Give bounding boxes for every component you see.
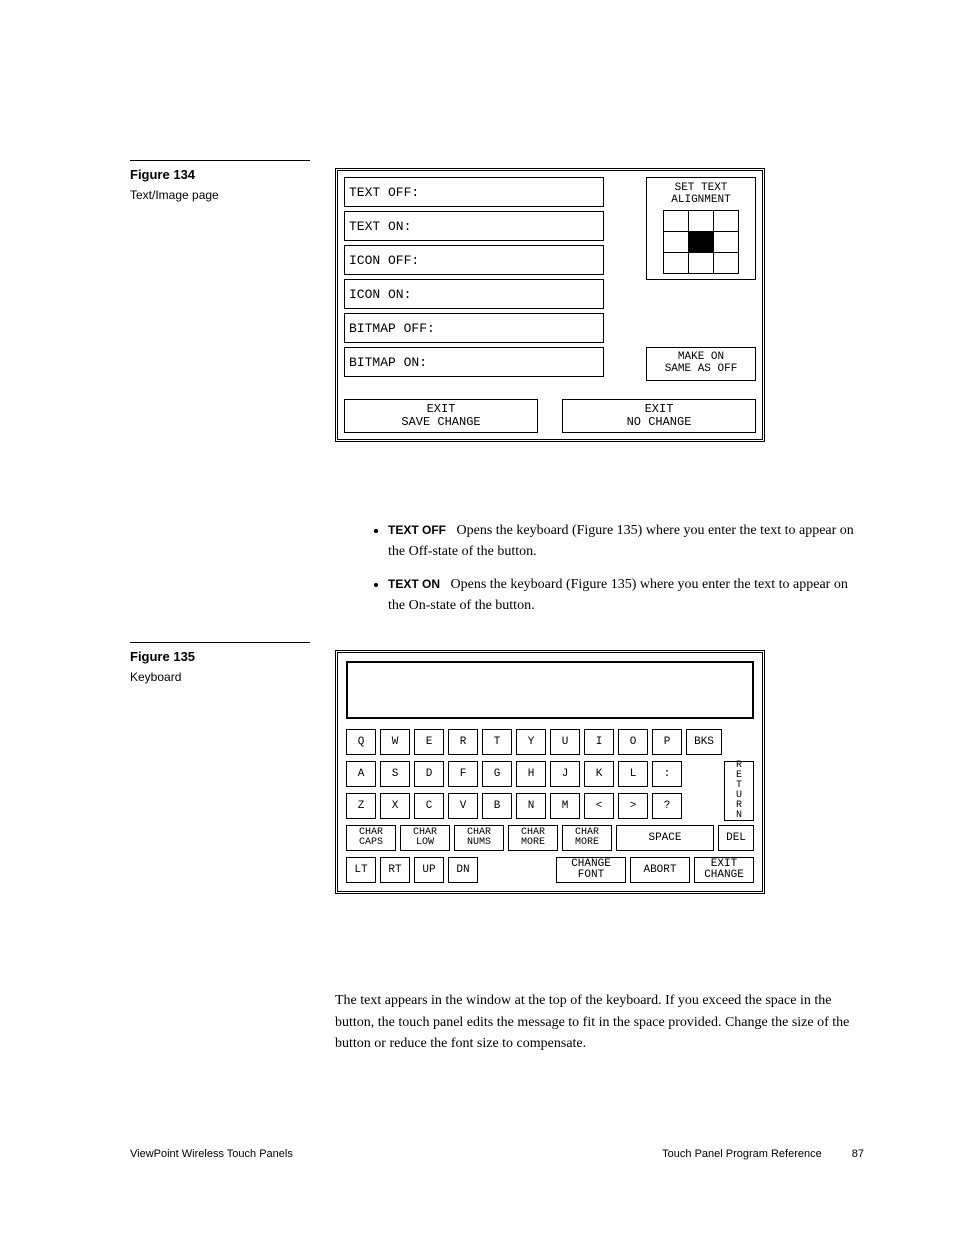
footer-section: Touch Panel Program Reference xyxy=(662,1148,822,1160)
key-up-arrow[interactable]: UP xyxy=(414,857,444,883)
key-i[interactable]: I xyxy=(584,729,614,755)
key-w[interactable]: W xyxy=(380,729,410,755)
key-p[interactable]: P xyxy=(652,729,682,755)
exit-no-change-button[interactable]: EXIT NO CHANGE xyxy=(562,399,756,433)
key-n[interactable]: N xyxy=(516,793,546,819)
key-g[interactable]: G xyxy=(482,761,512,787)
exit-save-change-button[interactable]: EXIT SAVE CHANGE xyxy=(344,399,538,433)
key-r[interactable]: R xyxy=(448,729,478,755)
body-paragraph: The text appears in the window at the to… xyxy=(335,990,865,1055)
make-on-same-as-off-button[interactable]: MAKE ON SAME AS OFF xyxy=(646,347,756,381)
key-j[interactable]: J xyxy=(550,761,580,787)
key-rt-arrow[interactable]: RT xyxy=(380,857,410,883)
key-m[interactable]: M xyxy=(550,793,580,819)
bullet-list: TEXT OFF Opens the keyboard (Figure 135)… xyxy=(360,520,865,628)
text-image-page-panel: TEXT OFF: TEXT ON: ICON OFF: ICON ON: BI… xyxy=(335,168,765,442)
key-f[interactable]: F xyxy=(448,761,478,787)
key-b[interactable]: B xyxy=(482,793,512,819)
bitmap-off-field[interactable]: BITMAP OFF: xyxy=(344,313,604,343)
text-on-field[interactable]: TEXT ON: xyxy=(344,211,604,241)
key-return[interactable]: RETURN xyxy=(724,761,754,821)
key-lt-arrow[interactable]: LT xyxy=(346,857,376,883)
key-space[interactable]: SPACE xyxy=(616,825,714,851)
set-text-alignment-box[interactable]: SET TEXT ALIGNMENT xyxy=(646,177,756,280)
key-h[interactable]: H xyxy=(516,761,546,787)
key-x[interactable]: X xyxy=(380,793,410,819)
key-z[interactable]: Z xyxy=(346,793,376,819)
icon-on-field[interactable]: ICON ON: xyxy=(344,279,604,309)
key-colon[interactable]: : xyxy=(652,761,682,787)
bitmap-on-field[interactable]: BITMAP ON: xyxy=(344,347,604,377)
key-abort[interactable]: ABORT xyxy=(630,857,690,883)
key-bks[interactable]: BKS xyxy=(686,729,722,755)
key-q[interactable]: Q xyxy=(346,729,376,755)
key-y[interactable]: Y xyxy=(516,729,546,755)
set-text-alignment-label: SET TEXT ALIGNMENT xyxy=(651,183,751,206)
footer-page-number: 87 xyxy=(852,1148,864,1160)
key-exit-change[interactable]: EXIT CHANGE xyxy=(694,857,754,883)
figure-135-label: Figure 135 xyxy=(130,649,310,664)
key-u[interactable]: U xyxy=(550,729,580,755)
key-char-caps[interactable]: CHAR CAPS xyxy=(346,825,396,851)
key-dn-arrow[interactable]: DN xyxy=(448,857,478,883)
key-t[interactable]: T xyxy=(482,729,512,755)
key-change-font[interactable]: CHANGE FONT xyxy=(556,857,626,883)
key-lt[interactable]: < xyxy=(584,793,614,819)
figure-135-caption: Keyboard xyxy=(130,670,310,684)
text-off-field[interactable]: TEXT OFF: xyxy=(344,177,604,207)
figure-134-label: Figure 134 xyxy=(130,167,310,182)
key-o[interactable]: O xyxy=(618,729,648,755)
key-char-more2[interactable]: CHAR MORE xyxy=(562,825,612,851)
key-question[interactable]: ? xyxy=(652,793,682,819)
bullet-text-off: TEXT OFF Opens the keyboard (Figure 135)… xyxy=(388,520,865,562)
key-gt[interactable]: > xyxy=(618,793,648,819)
key-d[interactable]: D xyxy=(414,761,444,787)
keyboard-text-window[interactable] xyxy=(346,661,754,719)
bullet-text-on: TEXT ON Opens the keyboard (Figure 135) … xyxy=(388,574,865,616)
alignment-grid[interactable] xyxy=(663,210,739,274)
key-l[interactable]: L xyxy=(618,761,648,787)
key-e[interactable]: E xyxy=(414,729,444,755)
key-k[interactable]: K xyxy=(584,761,614,787)
keyboard-panel: Q W E R T Y U I O P BKS A S D F G H J xyxy=(335,650,765,894)
icon-off-field[interactable]: ICON OFF: xyxy=(344,245,604,275)
key-char-low[interactable]: CHAR LOW xyxy=(400,825,450,851)
key-del[interactable]: DEL xyxy=(718,825,754,851)
key-s[interactable]: S xyxy=(380,761,410,787)
page-footer: ViewPoint Wireless Touch Panels Touch Pa… xyxy=(130,1148,864,1160)
key-char-nums[interactable]: CHAR NUMS xyxy=(454,825,504,851)
key-c[interactable]: C xyxy=(414,793,444,819)
key-a[interactable]: A xyxy=(346,761,376,787)
key-char-more1[interactable]: CHAR MORE xyxy=(508,825,558,851)
figure-134-caption: Text/Image page xyxy=(130,188,310,202)
key-v[interactable]: V xyxy=(448,793,478,819)
footer-left: ViewPoint Wireless Touch Panels xyxy=(130,1148,293,1160)
